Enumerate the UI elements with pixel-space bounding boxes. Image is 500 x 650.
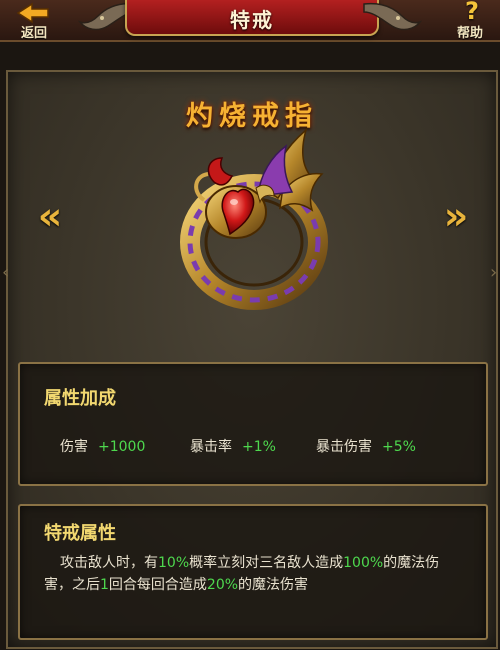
back-label: 返回: [20, 26, 47, 41]
desc-highlight: 100%: [343, 555, 384, 571]
desc-highlight: 1: [100, 577, 109, 593]
desc-text: 的魔法伤害: [238, 577, 309, 593]
stat-value: +1%: [242, 439, 276, 455]
stat-label: 暴击率: [190, 439, 232, 455]
stat-value: +1000: [98, 439, 146, 455]
title-banner: 特戒: [125, 0, 379, 36]
stat-crit-rate: 暴击率 +1%: [190, 436, 276, 456]
top-bar: 返回 特戒 ? 帮助: [0, 0, 500, 42]
next-item-button[interactable]: »: [436, 194, 476, 238]
stat-value: +5%: [382, 439, 416, 455]
help-label: 帮助: [456, 26, 483, 41]
stat-label: 暴击伤害: [316, 439, 372, 455]
special-attribute-description: 攻击敌人时，有10%概率立刻对三名敌人造成100%的魔法伤害，之后1回合每回合造…: [44, 552, 464, 596]
stat-crit-damage: 暴击伤害 +5%: [316, 436, 416, 456]
desc-text: 回合每回合造成: [108, 577, 207, 593]
attribute-bonus-heading: 属性加成: [44, 388, 116, 409]
stat-damage: 伤害 +1000: [60, 436, 145, 456]
ring-detail-panel: ‹ › 灼烧戒指 « » 属性加成 伤害 +1000 暴击率 +1% 暴击伤害 …: [2, 70, 498, 649]
back-button[interactable]: 返回: [4, 0, 64, 41]
desc-highlight: 20%: [206, 577, 239, 593]
right-edge-chevron-icon: ›: [490, 262, 498, 283]
burning-ring-icon: [180, 127, 328, 310]
prev-item-button[interactable]: «: [30, 194, 70, 238]
desc-text: 攻击敌人时，有: [60, 555, 158, 571]
desc-text: 概率立刻对三名敌人造成: [189, 555, 344, 571]
page-title: 特戒: [230, 8, 274, 32]
special-attribute-box: 特戒属性 攻击敌人时，有10%概率立刻对三名敌人造成100%的魔法伤害，之后1回…: [18, 504, 488, 640]
back-arrow-icon: [16, 2, 49, 24]
special-attribute-heading: 特戒属性: [44, 523, 116, 544]
desc-highlight: 10%: [158, 555, 190, 571]
stat-label: 伤害: [60, 439, 88, 455]
dragon-ornament-icon: [363, 2, 422, 31]
attribute-bonus-box: 属性加成 伤害 +1000 暴击率 +1% 暴击伤害 +5%: [18, 362, 488, 486]
help-button[interactable]: ? 帮助: [440, 0, 500, 41]
left-edge-chevron-icon: ‹: [2, 262, 10, 283]
